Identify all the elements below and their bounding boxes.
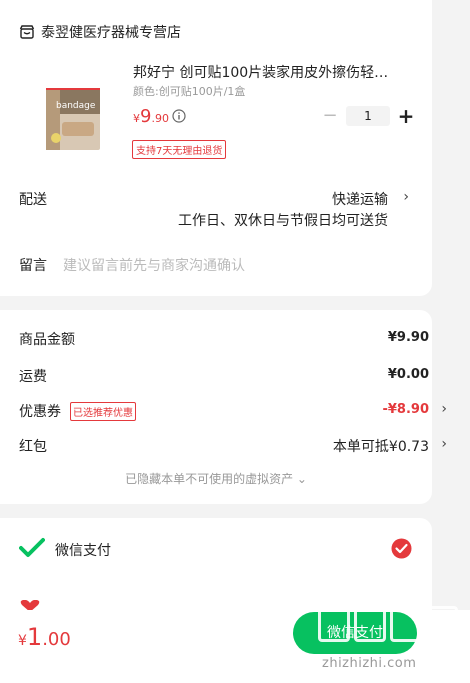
quantity-stepper: − 1 + <box>320 106 416 126</box>
delivery-note: 工作日、双休日与节假日均可送货 <box>178 213 388 229</box>
chevron-right-icon[interactable]: › <box>403 189 409 205</box>
return-policy-badge: 支持7天无理由退货 <box>132 140 227 159</box>
freight-value: ¥0.00 <box>387 367 429 382</box>
total-currency: ¥ <box>18 633 27 649</box>
hidden-assets-toggle[interactable]: 已隐藏本单不可使用的虚拟资产 ⌄ <box>0 470 432 487</box>
selected-check-icon[interactable] <box>391 538 412 559</box>
memo-input[interactable]: 建议留言前先与商家沟通确认 <box>63 255 245 275</box>
watermark-logo <box>426 606 458 642</box>
increase-button[interactable]: + <box>396 106 416 126</box>
delivery-label: 配送 <box>19 192 47 208</box>
total-decimal: .00 <box>42 629 71 650</box>
coupon-label: 优惠券 <box>19 404 61 420</box>
quantity-value[interactable]: 1 <box>346 106 390 126</box>
freight-label: 运费 <box>19 369 47 385</box>
product-title[interactable]: 邦好宁 创可贴100片装家用皮外擦伤轻… <box>133 62 405 82</box>
red-packet-label: 红包 <box>19 439 47 455</box>
product-price: ¥ 9 .90 <box>133 106 169 127</box>
coupon-value[interactable]: -¥8.90 <box>382 402 429 417</box>
total-price: ¥ 1 .00 <box>18 623 71 651</box>
watermark-logo <box>318 606 350 642</box>
goods-amount-value: ¥9.90 <box>387 330 429 345</box>
total-integer: 1 <box>26 623 43 651</box>
store-icon <box>19 25 35 39</box>
chevron-right-icon[interactable]: › <box>441 436 447 452</box>
watermark-text: zhizhizhi.com <box>322 656 417 671</box>
chevron-right-icon[interactable]: › <box>441 401 447 417</box>
goods-amount-label: 商品金额 <box>19 332 75 348</box>
product-image-brand: bandage <box>56 101 96 111</box>
product-spec: 颜色:创可贴100片/1盒 <box>133 85 246 98</box>
coupon-badge: 已选推荐优惠 <box>70 402 136 421</box>
memo-label: 留言 <box>19 258 47 274</box>
price-currency: ¥ <box>133 112 140 125</box>
price-decimal: .90 <box>151 112 169 125</box>
watermark-logo <box>390 606 422 642</box>
watermark-logo <box>354 606 386 642</box>
red-packet-value[interactable]: 本单可抵¥0.73 <box>333 436 429 456</box>
order-item-card: 泰翌健医疗器械专营店 bandage 邦好宁 创可贴100片装家用皮外擦伤轻… … <box>0 0 432 296</box>
wechat-pay-icon <box>19 538 45 557</box>
wechat-pay-label[interactable]: 微信支付 <box>55 540 111 560</box>
shop-header[interactable]: 泰翌健医疗器械专营店 <box>19 22 181 42</box>
delivery-method[interactable]: 快递运输 <box>332 189 388 209</box>
decrease-button[interactable]: − <box>320 106 340 126</box>
product-thumbnail[interactable]: bandage <box>42 84 104 154</box>
info-icon[interactable] <box>172 109 186 123</box>
price-integer: 9 <box>140 106 152 127</box>
shop-name: 泰翌健医疗器械专营店 <box>41 25 181 41</box>
